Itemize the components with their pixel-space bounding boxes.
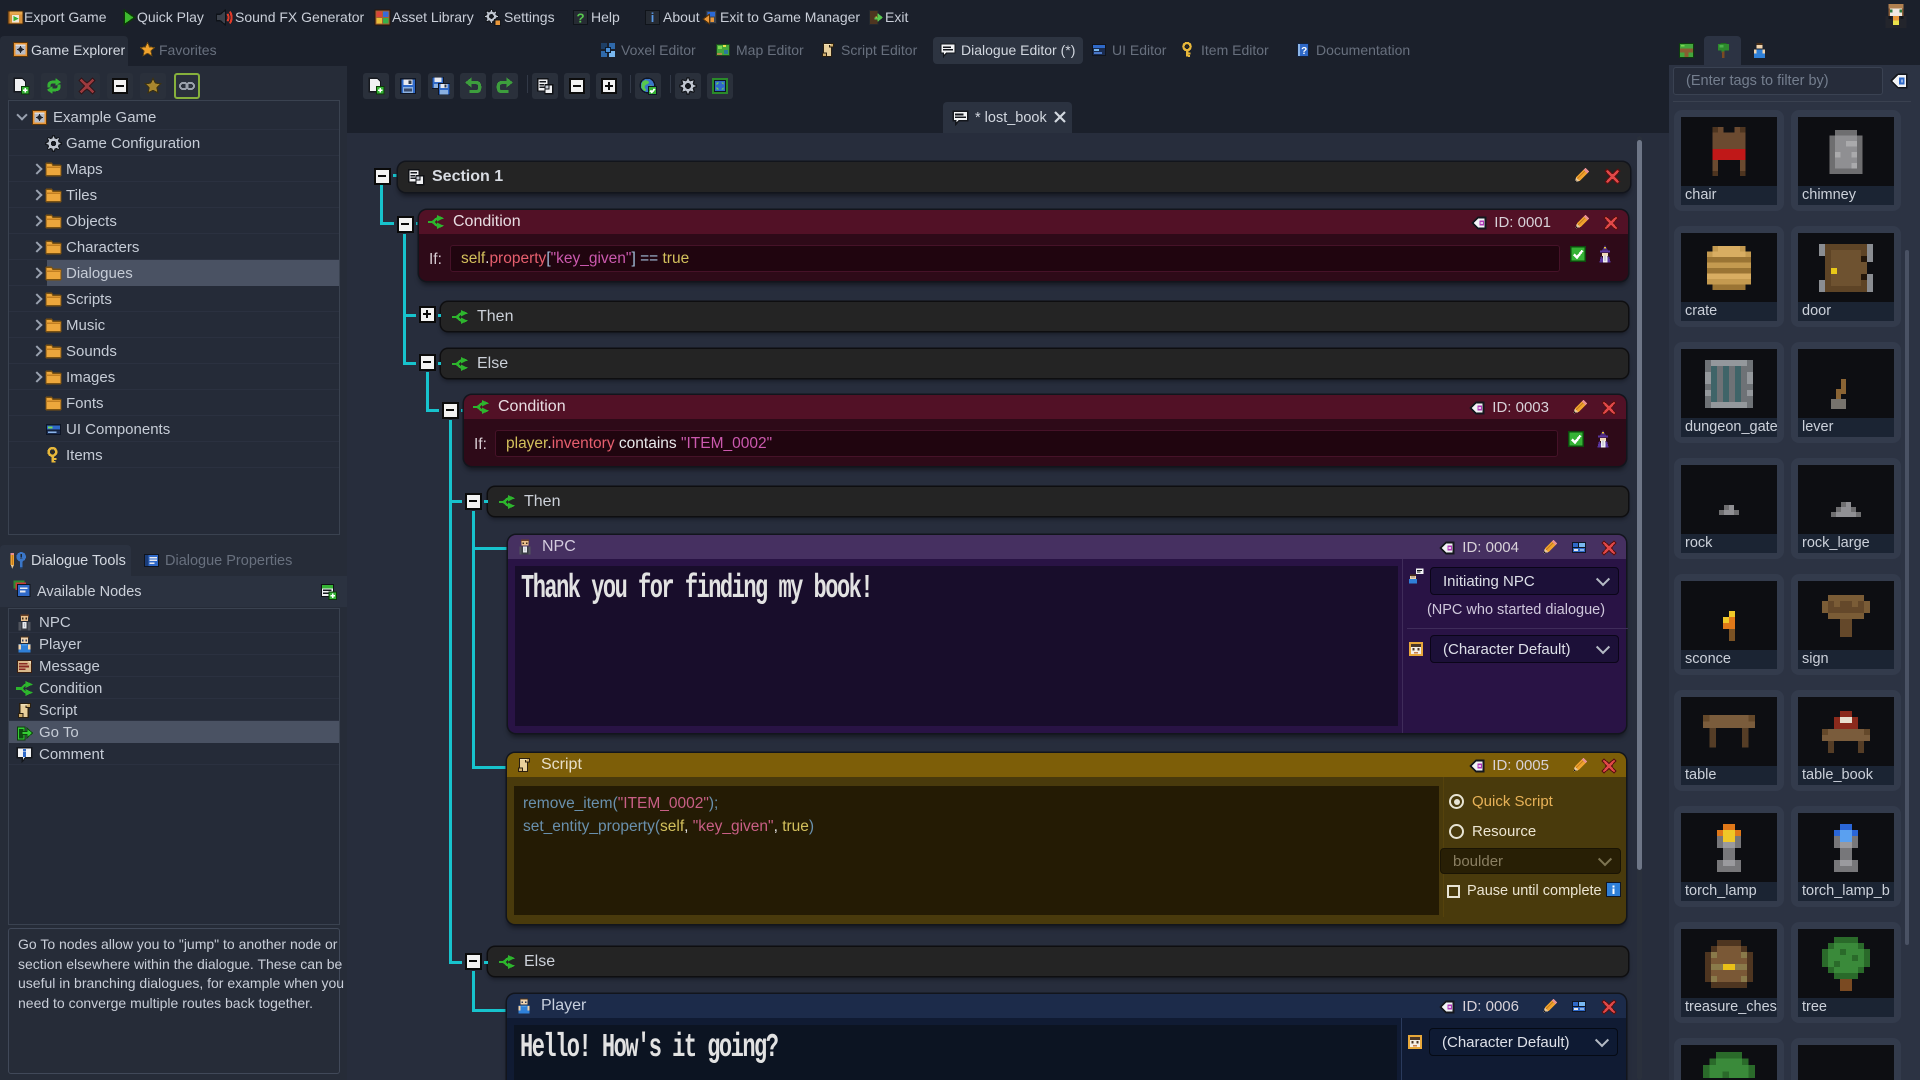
svg-text:?: ? xyxy=(576,10,584,25)
svg-text:?: ? xyxy=(1301,46,1307,57)
svg-text:i: i xyxy=(651,10,655,25)
